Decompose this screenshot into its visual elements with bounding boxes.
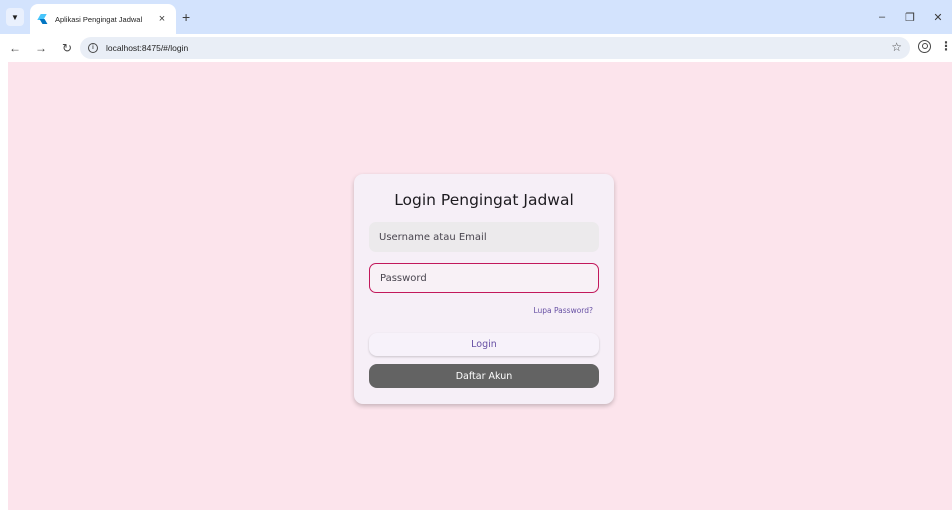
login-card: Login Pengingat Jadwal Username atau Ema… <box>354 174 614 404</box>
register-button[interactable]: Daftar Akun <box>369 364 599 388</box>
password-placeholder: Password <box>380 272 427 284</box>
new-tab-icon[interactable]: + <box>182 10 190 24</box>
minimize-icon[interactable]: – <box>868 11 896 23</box>
forgot-password-link[interactable]: Lupa Password? <box>533 306 593 315</box>
bookmark-star-icon[interactable]: ☆ <box>891 40 902 54</box>
login-button[interactable]: Login <box>369 333 599 356</box>
password-input[interactable]: Password <box>369 263 599 293</box>
forward-icon[interactable]: → <box>30 37 52 59</box>
address-bar[interactable]: i localhost:8475/#/login ☆ <box>80 37 910 59</box>
tab-search-icon[interactable]: ▼ <box>6 8 24 26</box>
tab-close-icon[interactable]: × <box>156 13 168 25</box>
back-icon[interactable]: ← <box>4 37 26 59</box>
profile-icon[interactable] <box>918 40 931 53</box>
tab-title: Aplikasi Pengingat Jadwal <box>55 14 143 24</box>
username-input[interactable]: Username atau Email <box>369 222 599 252</box>
flutter-favicon-icon <box>38 14 48 24</box>
url-text: localhost:8475/#/login <box>106 43 189 53</box>
tab-strip: ▼ Aplikasi Pengingat Jadwal × + – ❐ ✕ <box>0 0 952 34</box>
close-window-icon[interactable]: ✕ <box>924 11 952 24</box>
kebab-menu-icon[interactable]: ⋮ <box>940 39 952 53</box>
browser-toolbar: ← → ↻ i localhost:8475/#/login ☆ ⋮ <box>0 34 952 62</box>
site-info-icon[interactable]: i <box>88 43 98 53</box>
page-title: Login Pengingat Jadwal <box>394 191 574 209</box>
window-controls: – ❐ ✕ <box>868 0 952 34</box>
browser-tab[interactable]: Aplikasi Pengingat Jadwal × <box>30 4 176 34</box>
page-viewport: Login Pengingat Jadwal Username atau Ema… <box>8 62 952 510</box>
username-placeholder: Username atau Email <box>379 231 487 243</box>
reload-icon[interactable]: ↻ <box>56 37 78 59</box>
restore-icon[interactable]: ❐ <box>896 11 924 24</box>
